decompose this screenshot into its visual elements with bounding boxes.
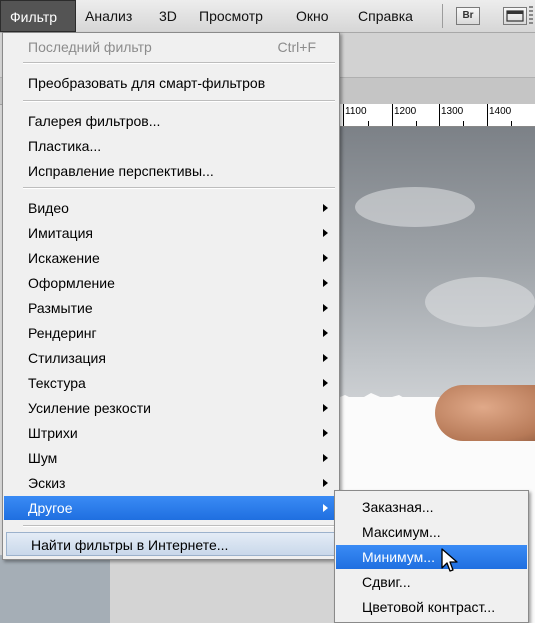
submenu-arrow-icon [323, 454, 328, 462]
submenu-arrow-icon [323, 329, 328, 337]
menu-item-stylize[interactable]: Стилизация [4, 346, 338, 370]
submenu-item-maximum[interactable]: Максимум... [336, 520, 527, 544]
submenu-arrow-icon [323, 379, 328, 387]
submenu-arrow-icon [323, 404, 328, 412]
menu-help[interactable]: Справка [358, 0, 413, 32]
menu-item-video[interactable]: Видео [4, 196, 338, 220]
menu-filter[interactable]: Фильтр [0, 0, 76, 32]
menu-divider [23, 525, 335, 527]
sky-image [335, 127, 535, 427]
menu-divider [23, 100, 335, 102]
ruler-label: 1300 [441, 106, 464, 117]
menu-item-label: Имитация [28, 225, 93, 241]
submenu-item-high-pass[interactable]: Цветовой контраст... [336, 595, 527, 619]
menu-item-label: Стилизация [28, 350, 106, 366]
menu-item-browse-filters-online[interactable]: Найти фильтры в Интернете... [6, 532, 336, 556]
menu-item-label: Размытие [28, 300, 93, 316]
menu-item-label: Искажение [28, 250, 100, 266]
menu-item-blur[interactable]: Размытие [4, 296, 338, 320]
submenu-item-custom[interactable]: Заказная... [336, 495, 527, 519]
background-image-fragment [0, 555, 110, 623]
shortcut-label: Ctrl+F [277, 39, 317, 55]
menu-item-render[interactable]: Рендеринг [4, 321, 338, 345]
cloud-shape [425, 277, 535, 327]
menu-item-brush-strokes[interactable]: Штрихи [4, 421, 338, 445]
other-submenu: Заказная... Максимум... Минимум... Сдвиг… [334, 490, 529, 623]
mouse-pointer-icon [441, 548, 458, 572]
finger-image [435, 385, 535, 441]
menu-item-texture[interactable]: Текстура [4, 371, 338, 395]
menu-item-label: Последний фильтр [28, 39, 152, 55]
submenu-arrow-icon [323, 229, 328, 237]
menu-item-artistic[interactable]: Имитация [4, 221, 338, 245]
bridge-icon[interactable]: Br [456, 7, 480, 25]
menu-item-sharpen[interactable]: Усиление резкости [4, 396, 338, 420]
menu-view[interactable]: Просмотр [199, 0, 263, 32]
menu-3d[interactable]: 3D [159, 0, 177, 32]
menu-item-pixelate[interactable]: Оформление [4, 271, 338, 295]
submenu-arrow-icon [323, 279, 328, 287]
menu-separator [442, 4, 443, 28]
menu-bar: Фильтр Анализ 3D Просмотр Окно Справка B… [0, 0, 535, 33]
menu-item-label: Усиление резкости [28, 400, 151, 416]
minibridge-icon[interactable] [503, 7, 527, 25]
menu-item-vanishing-point[interactable]: Исправление перспективы... [4, 159, 338, 183]
menu-item-convert-smart-filters[interactable]: Преобразовать для смарт-фильтров [4, 71, 338, 95]
menu-item-noise[interactable]: Шум [4, 446, 338, 470]
menu-item-filter-gallery[interactable]: Галерея фильтров... [4, 109, 338, 133]
menu-item-label: Другое [28, 500, 73, 516]
menu-item-label: Шум [28, 450, 58, 466]
submenu-arrow-icon [323, 254, 328, 262]
menu-divider [23, 187, 335, 189]
menu-item-label: Эскиз [28, 475, 66, 491]
cloud-shape [355, 187, 475, 227]
horizontal-ruler: 1100 1200 1300 1400 [335, 104, 535, 127]
submenu-item-offset[interactable]: Сдвиг... [336, 570, 527, 594]
submenu-arrow-icon [323, 304, 328, 312]
menu-item-label: Текстура [28, 375, 86, 391]
menu-item-label: Оформление [28, 275, 115, 291]
ruler-label: 1400 [489, 106, 512, 117]
menu-analysis[interactable]: Анализ [85, 0, 132, 32]
menu-item-last-filter[interactable]: Последний фильтр Ctrl+F [4, 35, 338, 59]
menu-item-other[interactable]: Другое [4, 496, 338, 520]
submenu-arrow-icon [323, 204, 328, 212]
ruler-label: 1100 [345, 106, 367, 117]
menu-window[interactable]: Окно [296, 0, 329, 32]
submenu-arrow-icon [323, 504, 328, 512]
submenu-arrow-icon [323, 354, 328, 362]
submenu-item-minimum[interactable]: Минимум... [336, 545, 527, 569]
submenu-arrow-icon [323, 479, 328, 487]
menu-item-distort[interactable]: Искажение [4, 246, 338, 270]
filter-menu: Последний фильтр Ctrl+F Преобразовать дл… [2, 32, 340, 560]
menu-item-label: Штрихи [28, 425, 78, 441]
ruler-label: 1200 [394, 106, 417, 117]
menubar-grip[interactable] [529, 6, 533, 26]
menu-item-liquify[interactable]: Пластика... [4, 134, 338, 158]
menu-divider [23, 62, 335, 64]
submenu-arrow-icon [323, 429, 328, 437]
menu-item-label: Рендеринг [28, 325, 97, 341]
menu-item-sketch[interactable]: Эскиз [4, 471, 338, 495]
menu-item-label: Видео [28, 200, 69, 216]
